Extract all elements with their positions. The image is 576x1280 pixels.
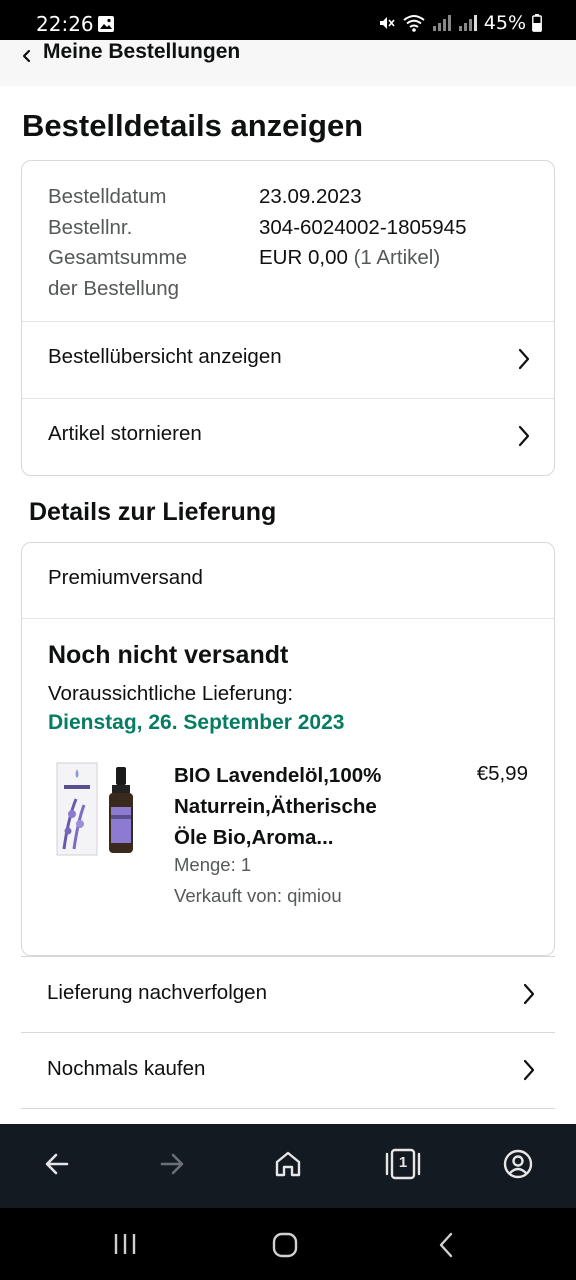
cancel-items-label: Artikel stornieren <box>48 422 202 445</box>
signal-icon <box>432 15 451 31</box>
divider <box>22 618 554 619</box>
product-image[interactable] <box>54 759 144 859</box>
tab-count: 1 <box>398 1154 408 1171</box>
chevron-right-icon <box>518 348 530 370</box>
delivery-section-title: Details zur Lieferung <box>29 498 277 526</box>
eta-date: Dienstag, 26. September 2023 <box>48 711 345 734</box>
system-nav-bar <box>0 1208 576 1280</box>
home-circle-icon[interactable] <box>271 1232 299 1258</box>
order-item-count: (1 Artikel) <box>353 246 441 269</box>
mute-icon <box>379 17 395 29</box>
order-summary-card: Bestelldatum 23.09.2023 Bestellnr. 304-6… <box>21 160 555 476</box>
wifi-icon <box>403 15 425 32</box>
delivery-card: Premiumversand Noch nicht versandt Vorau… <box>21 542 555 956</box>
eta-label: Voraussichtliche Lieferung: <box>48 682 294 705</box>
browser-toolbar: 1 <box>0 1124 576 1208</box>
track-package-label: Lieferung nachverfolgen <box>47 981 267 1004</box>
order-summary: Bestelldatum 23.09.2023 Bestellnr. 304-6… <box>48 182 528 304</box>
shipping-method: Premiumversand <box>48 566 203 589</box>
product-seller: Verkauft von: qimiou <box>174 885 342 906</box>
buy-again-label: Nochmals kaufen <box>47 1057 206 1080</box>
back-link[interactable]: Meine Bestellungen <box>0 40 300 70</box>
battery-icon <box>532 14 542 32</box>
order-total-label-line1: Gesamtsumme <box>48 246 187 269</box>
product-title-line2: Naturrein,Ätherische <box>174 795 377 818</box>
order-date-label: Bestelldatum <box>48 185 167 208</box>
battery-level: 45% <box>483 12 526 34</box>
back-arrow-icon[interactable] <box>41 1148 73 1180</box>
status-icons: 45% <box>378 12 542 34</box>
product-title[interactable]: BIO Lavendelöl,100% Naturrein,Ätherische… <box>174 760 424 853</box>
track-package-link[interactable]: Lieferung nachverfolgen <box>21 957 555 1033</box>
status-time: 22:26 <box>36 12 94 36</box>
page-title: Bestelldetails anzeigen <box>22 108 364 143</box>
chevron-right-icon <box>518 425 530 447</box>
divider <box>21 956 555 957</box>
product-price: €5,99 <box>476 762 528 785</box>
order-total-label: Gesamtsumme der Bestellung <box>48 243 238 304</box>
top-nav: Meine Bestellungen <box>0 40 576 86</box>
recent-apps-icon[interactable] <box>112 1232 138 1256</box>
back-link-label: Meine Bestellungen <box>43 40 241 63</box>
view-order-summary-link[interactable]: Bestellübersicht anzeigen <box>22 322 554 398</box>
buy-again-link[interactable]: Nochmals kaufen <box>21 1033 555 1109</box>
order-total-value: EUR 0,00 (1 Artikel) <box>259 243 440 274</box>
product-title-line3: Öle Bio,Aroma... <box>174 826 334 849</box>
order-date-value: 23.09.2023 <box>259 185 362 208</box>
view-order-summary-label: Bestellübersicht anzeigen <box>48 345 282 368</box>
order-total-label-line2: der Bestellung <box>48 276 180 300</box>
home-icon[interactable] <box>272 1148 304 1180</box>
shipment-status: Noch nicht versandt <box>48 641 289 669</box>
product-title-line1: BIO Lavendelöl,100% <box>174 764 382 787</box>
gallery-icon <box>98 16 114 32</box>
chevron-left-icon <box>22 49 31 63</box>
chevron-right-icon <box>523 983 535 1005</box>
signal-icon-2 <box>458 15 477 31</box>
order-total-amount: EUR 0,00 <box>259 246 348 269</box>
order-number-label: Bestellnr. <box>48 215 133 239</box>
system-back-icon[interactable] <box>436 1232 456 1258</box>
product-quantity: Menge: 1 <box>174 854 252 875</box>
chevron-right-icon <box>523 1059 535 1081</box>
tabs-button[interactable]: 1 <box>384 1146 422 1182</box>
order-number-value: 304-6024002-1805945 <box>259 215 467 239</box>
status-bar: 22:26 45% <box>0 0 576 40</box>
forward-arrow-icon[interactable] <box>156 1148 188 1180</box>
cancel-items-link[interactable]: Artikel stornieren <box>22 399 554 475</box>
account-icon[interactable] <box>502 1148 534 1180</box>
